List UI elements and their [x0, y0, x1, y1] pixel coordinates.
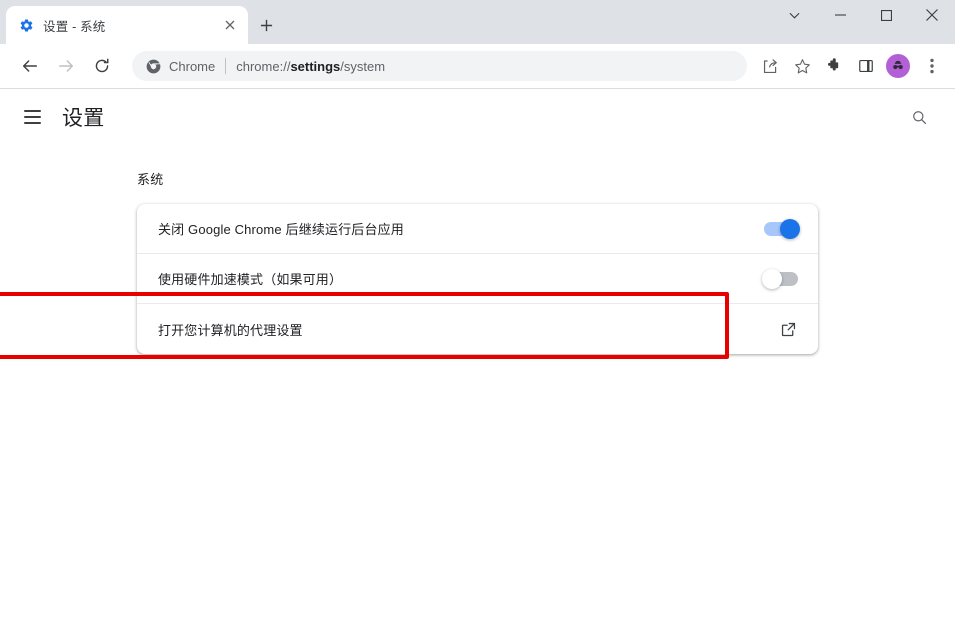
omnibox-separator: [225, 58, 227, 74]
setting-label: 使用硬件加速模式（如果可用）: [158, 272, 343, 287]
settings-header: 设置: [0, 89, 955, 145]
toggle-knob: [780, 218, 800, 239]
bookmark-star-icon[interactable]: [787, 51, 817, 81]
settings-content: 系统 关闭 Google Chrome 后继续运行后台应用 使用硬件加速模式（如…: [0, 145, 955, 642]
tab-strip: 设置 - 系统: [0, 0, 955, 44]
background-apps-toggle[interactable]: [764, 218, 800, 239]
tab-close-icon[interactable]: [220, 15, 240, 35]
chrome-label: Chrome: [169, 58, 216, 74]
chrome-logo-icon: Chrome: [146, 59, 215, 74]
setting-row-proxy-settings[interactable]: 打开您计算机的代理设置: [137, 304, 818, 354]
url-emphasis: settings: [290, 58, 341, 74]
tab-search-chevron-icon[interactable]: [771, 0, 817, 30]
settings-card: 关闭 Google Chrome 后继续运行后台应用 使用硬件加速模式（如果可用…: [137, 204, 818, 354]
tab-title: 设置 - 系统: [43, 19, 106, 34]
window-controls: [771, 0, 955, 44]
new-tab-button[interactable]: [252, 11, 280, 39]
url-text: chrome://settings/system: [236, 59, 385, 74]
minimize-icon[interactable]: [817, 0, 863, 30]
url-prefix: chrome://: [236, 58, 291, 74]
setting-label: 关闭 Google Chrome 后继续运行后台应用: [158, 222, 404, 237]
three-dot-menu-icon[interactable]: [917, 51, 947, 81]
search-icon[interactable]: [901, 99, 937, 135]
hardware-acceleration-toggle[interactable]: [762, 268, 798, 289]
hamburger-bar: [23, 116, 41, 118]
external-link-icon[interactable]: [778, 319, 798, 339]
back-arrow-icon[interactable]: [14, 50, 46, 82]
close-icon[interactable]: [909, 0, 955, 30]
url-suffix: /system: [340, 58, 386, 74]
browser-toolbar: Chrome chrome://settings/system: [0, 44, 955, 89]
profile-avatar-icon[interactable]: [886, 54, 910, 78]
setting-row-background-apps[interactable]: 关闭 Google Chrome 后继续运行后台应用: [137, 204, 818, 254]
section-title: 系统: [137, 172, 164, 187]
browser-tab-active[interactable]: 设置 - 系统: [6, 6, 248, 44]
side-panel-icon[interactable]: [851, 51, 881, 81]
extensions-puzzle-icon[interactable]: [819, 51, 849, 81]
setting-label: 打开您计算机的代理设置: [158, 322, 303, 338]
toggle-knob: [762, 268, 782, 289]
address-bar[interactable]: Chrome chrome://settings/system: [132, 51, 747, 81]
setting-row-hardware-acceleration[interactable]: 使用硬件加速模式（如果可用）: [137, 254, 818, 304]
maximize-icon[interactable]: [863, 0, 909, 30]
share-icon[interactable]: [755, 51, 785, 81]
reload-icon[interactable]: [86, 50, 118, 82]
hamburger-menu-icon[interactable]: [14, 99, 50, 135]
forward-arrow-icon[interactable]: [50, 50, 82, 82]
hamburger-bar: [23, 122, 41, 124]
hamburger-bar: [23, 110, 41, 112]
settings-gear-icon: [18, 17, 34, 33]
page-title: 设置: [62, 107, 105, 130]
